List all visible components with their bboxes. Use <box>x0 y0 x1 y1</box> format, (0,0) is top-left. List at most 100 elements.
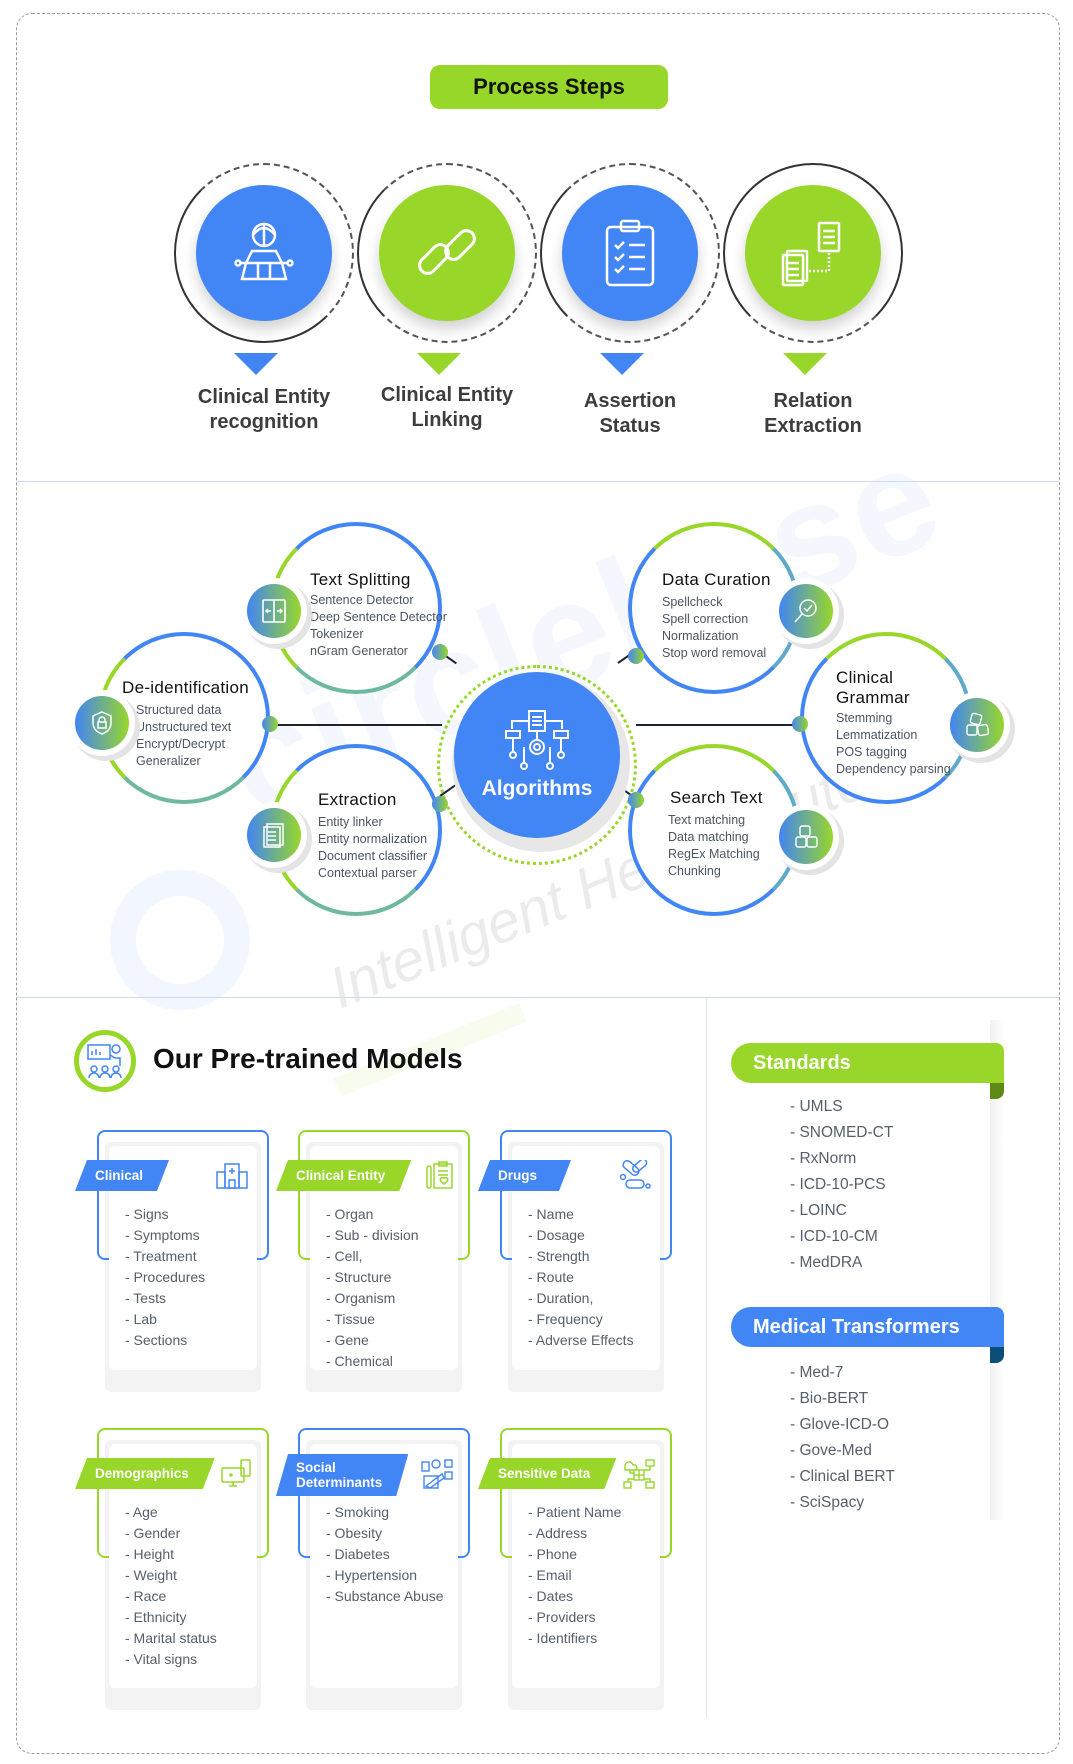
node-item: Document classifier <box>318 849 428 863</box>
devices-icon <box>219 1458 253 1490</box>
standards-item: - MedDRA <box>790 1254 863 1271</box>
card-item: - Gene <box>326 1332 369 1348</box>
algorithms-core: Algorithms <box>454 672 620 838</box>
card-item: - Organ <box>326 1206 374 1222</box>
step-label-line: Relation <box>773 390 853 412</box>
node-item: Spellcheck <box>662 595 723 609</box>
standards-header: Standards <box>731 1043 1004 1099</box>
node-item: Deep Sentence Detector <box>310 610 447 624</box>
connector-dot <box>262 716 278 732</box>
node-title: De-identification <box>122 678 249 697</box>
card-item: - Hypertension <box>326 1567 418 1583</box>
card-item: - Route <box>528 1269 574 1285</box>
algorithm-node-search-text: Search Text Text matching Data matching … <box>628 744 800 916</box>
standards-item: - ICD-10-CM <box>790 1228 878 1245</box>
card-item: - Lab <box>125 1311 157 1327</box>
card-items: - Smoking - Obesity - Diabetes - Hyperte… <box>326 1502 444 1607</box>
step-label: Relation Extraction <box>703 389 923 439</box>
node-item: Stemming <box>836 711 893 725</box>
card-items: - Signs - Symptoms - Treatment - Procedu… <box>125 1204 205 1351</box>
card-item: - Strength <box>528 1248 590 1264</box>
node-items: Structured data Unstructured text Encryp… <box>136 702 231 770</box>
link-icon <box>379 185 515 321</box>
models-title: Our Pre-trained Models <box>153 1043 463 1074</box>
transformers-title: Medical Transformers <box>753 1315 960 1338</box>
card-item: - Frequency <box>528 1311 603 1327</box>
magnifier-check-icon <box>779 584 833 638</box>
card-tag: Drugs <box>478 1160 571 1191</box>
process-steps-title: Process Steps <box>430 65 668 109</box>
card-item: - Sections <box>125 1332 188 1348</box>
node-item: nGram Generator <box>310 644 408 658</box>
clipboard-heart-icon <box>424 1160 458 1192</box>
section-divider <box>17 481 1059 482</box>
card-item: - Obesity <box>326 1525 383 1541</box>
card-item: - Ethnicity <box>125 1609 187 1625</box>
documents-relation-icon <box>745 185 881 321</box>
card-item: - Procedures <box>125 1269 206 1285</box>
transformers-list: - Med-7 - Bio-BERT - Glove-ICD-O - Gove-… <box>790 1360 895 1516</box>
connector-dot <box>432 796 448 812</box>
card-items: - Age - Gender - Height - Weight - Race … <box>125 1502 217 1670</box>
social-media-icon <box>420 1458 454 1490</box>
card-tag: Demographics <box>75 1458 215 1489</box>
card-item: - Sub - division <box>326 1227 419 1243</box>
connector-dot <box>628 648 644 664</box>
clipboard-check-icon <box>562 185 698 321</box>
transformers-item: - Med-7 <box>790 1364 844 1381</box>
node-item: Tokenizer <box>310 627 364 641</box>
step-pointer <box>234 353 278 375</box>
blocks-search-icon <box>779 810 833 864</box>
card-item: - Email <box>528 1567 572 1583</box>
node-items: Spellcheck Spell correction Normalizatio… <box>662 594 766 662</box>
card-item: - Smoking <box>326 1504 390 1520</box>
card-item: - Substance Abuse <box>326 1588 444 1604</box>
node-item: Data matching <box>668 830 749 844</box>
card-item: - Marital status <box>125 1630 217 1646</box>
card-tag: Social Determinants <box>276 1454 408 1496</box>
card-item: - Vital signs <box>125 1651 198 1667</box>
split-icon <box>247 584 301 638</box>
card-tag: Clinical <box>75 1160 169 1191</box>
standards-item: - RxNorm <box>790 1150 857 1167</box>
node-item: RegEx Matching <box>668 847 760 861</box>
data-network-icon <box>622 1458 656 1490</box>
card-tag: Sensitive Data <box>478 1458 616 1489</box>
document-list-icon <box>247 808 301 862</box>
transformers-item: - Gove-Med <box>790 1442 872 1459</box>
card-item: - Treatment <box>125 1248 197 1264</box>
standards-title: Standards <box>753 1051 851 1074</box>
connector-line <box>272 724 442 726</box>
card-item: - Diabetes <box>326 1546 390 1562</box>
card-item: - Dates <box>528 1588 574 1604</box>
standards-item: - LOINC <box>790 1202 847 1219</box>
card-items: - Patient Name - Address - Phone - Email… <box>528 1502 621 1649</box>
transformers-item: - SciSpacy <box>790 1494 865 1511</box>
standards-list: - UMLS - SNOMED-CT - RxNorm - ICD-10-PCS… <box>790 1094 893 1276</box>
card-tag-line: Social <box>296 1460 336 1475</box>
card-item: - Patient Name <box>528 1504 622 1520</box>
card-item: - Organism <box>326 1290 396 1306</box>
connector-dot <box>628 792 644 808</box>
connector-dot <box>792 716 808 732</box>
presentation-icon <box>74 1030 136 1092</box>
node-items: Stemming Lemmatization POS tagging Depen… <box>836 710 951 778</box>
card-item: - Tissue <box>326 1311 376 1327</box>
connector-dot <box>432 644 448 660</box>
step-pointer <box>783 353 827 375</box>
card-items: - Organ - Sub - division - Cell, - Struc… <box>326 1204 419 1372</box>
hospital-icon <box>215 1160 249 1192</box>
node-item: Structured data <box>136 703 222 717</box>
card-item: - Duration, <box>528 1290 594 1306</box>
card-item: - Tests <box>125 1290 166 1306</box>
node-item: Spell correction <box>662 612 749 626</box>
card-item: - Phone <box>528 1546 578 1562</box>
card-item: - Race <box>125 1588 167 1604</box>
node-item: Lemmatization <box>836 728 918 742</box>
node-item: Entity normalization <box>318 832 428 846</box>
card-item: - Providers <box>528 1609 596 1625</box>
node-item: Entity linker <box>318 815 383 829</box>
node-title: Clinical Grammar <box>836 668 910 708</box>
card-item: - Signs <box>125 1206 169 1222</box>
step-pointer <box>417 353 461 375</box>
